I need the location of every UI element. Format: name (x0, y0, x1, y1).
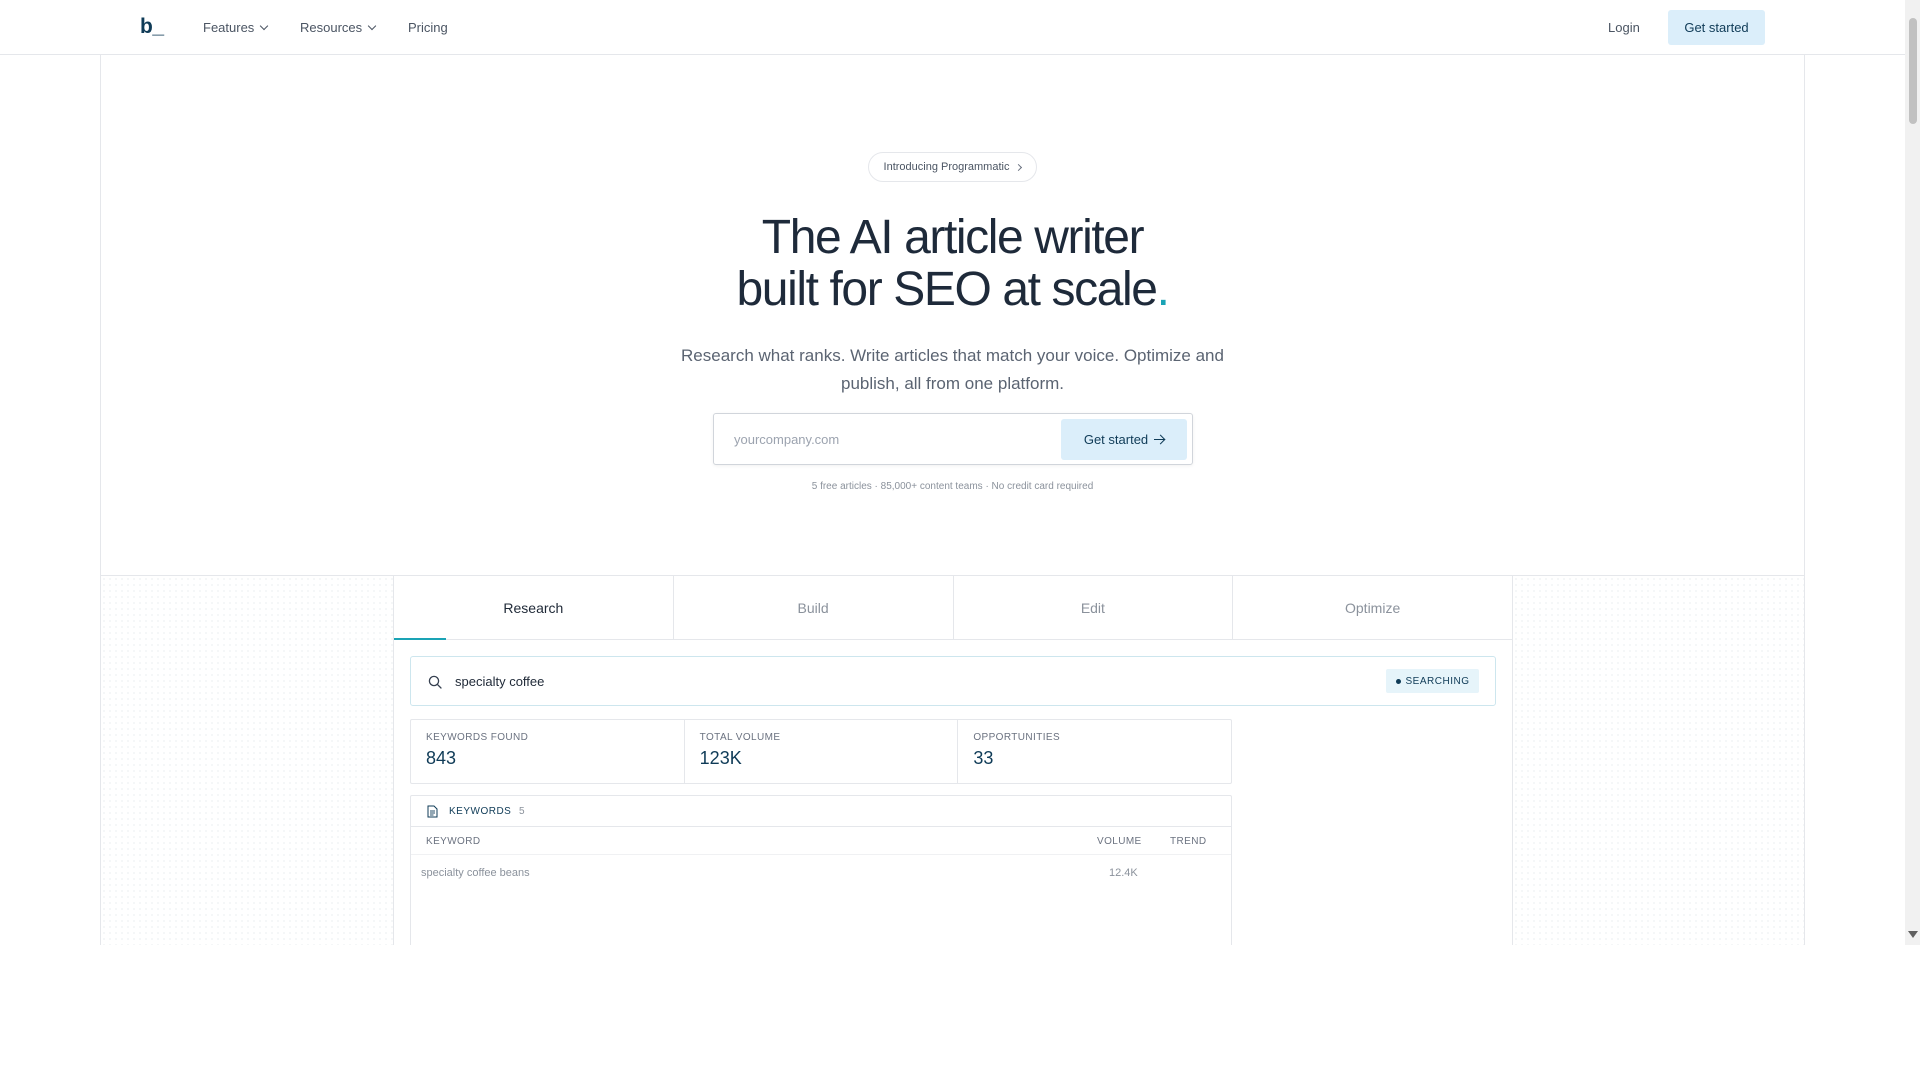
stat-label: KEYWORDS FOUND (426, 732, 529, 743)
signup-form: Get started (713, 413, 1193, 465)
signup-fineprint: 5 free articles · 85,000+ content teams … (811, 481, 1094, 492)
tab-research-label: Research (503, 599, 564, 616)
hero-title-line2: built for SEO at scale (736, 263, 1157, 316)
stat-value: 843 (426, 748, 457, 768)
keywords-panel-header: KEYWORDS 5 (411, 796, 1231, 827)
hero-title-accent-dot: . (1156, 263, 1170, 316)
header-get-started-button[interactable]: Get started (1668, 10, 1765, 45)
frame-border-right (1804, 55, 1805, 945)
chevron-down-icon (367, 21, 377, 31)
blank-area-below-viewport (0, 945, 1920, 1080)
stats-panel: KEYWORDS FOUND 843 TOTAL VOLUME 123K OPP… (410, 719, 1232, 784)
keywords-panel: KEYWORDS 5 KEYWORD VOLUME TREND specialt… (410, 795, 1232, 945)
tab-edit[interactable]: Edit (954, 576, 1234, 639)
active-tab-indicator (394, 638, 446, 640)
nav-features-label: Features (203, 20, 255, 35)
hero-subtitle: Research what ranks. Write articles that… (681, 346, 1224, 393)
hero-get-started-label: Get started (1083, 432, 1149, 447)
scrollbar-thumb[interactable] (1909, 18, 1917, 124)
document-icon (427, 805, 438, 818)
dotted-background-right (1513, 576, 1804, 945)
arrow-right-icon (1154, 435, 1165, 445)
search-icon (428, 675, 442, 689)
page-viewport: b_ Features Resources Pricing Login Get … (0, 0, 1905, 945)
product-demo-panel: Research Build Edit Optimize specialty c… (393, 576, 1513, 945)
keywords-table-header: KEYWORD VOLUME TREND (411, 827, 1231, 855)
company-domain-input[interactable] (734, 426, 1034, 452)
keyword-cell: specialty coffee beans (421, 867, 530, 879)
hero-title: The AI article writer built for SEO at s… (560, 212, 1345, 316)
hero-get-started-button[interactable]: Get started (1061, 419, 1187, 460)
stat-label: OPPORTUNITIES (973, 732, 1061, 743)
stat-opportunities: OPPORTUNITIES 33 (958, 720, 1231, 783)
demo-tab-bar: Research Build Edit Optimize (394, 576, 1512, 640)
chevron-right-icon (1015, 163, 1023, 171)
hero-title-line1: The AI article writer (761, 211, 1145, 264)
stat-value: 33 (973, 748, 994, 768)
status-badge-label: SEARCHING (1405, 675, 1470, 687)
volume-cell: 12.4K (1109, 867, 1138, 879)
nav-features-dropdown[interactable]: Features (203, 20, 269, 35)
search-query-text: specialty coffee (455, 674, 545, 689)
keywords-count: 5 (519, 806, 525, 817)
column-header-trend: TREND (1170, 836, 1207, 847)
scroll-down-arrow-icon[interactable] (1908, 931, 1918, 938)
chevron-down-icon (260, 21, 269, 31)
tab-optimize-label: Optimize (1345, 599, 1401, 616)
login-link[interactable]: Login (1608, 20, 1640, 35)
tab-research[interactable]: Research (394, 576, 674, 640)
table-row[interactable]: specialty coffee beans 12.4K (411, 855, 1231, 889)
announcement-pill[interactable]: Introducing Programmatic (868, 152, 1037, 182)
column-header-volume: VOLUME (1097, 836, 1142, 847)
stat-total-volume: TOTAL VOLUME 123K (685, 720, 959, 783)
keywords-panel-title: KEYWORDS (449, 806, 512, 817)
tab-optimize[interactable]: Optimize (1233, 576, 1512, 639)
stat-value: 123K (699, 748, 742, 768)
stat-keywords-found: KEYWORDS FOUND 843 (411, 720, 685, 783)
nav-pricing-label: Pricing (408, 20, 448, 35)
announcement-label: Introducing Programmatic (883, 161, 1010, 173)
dotted-background-left (101, 576, 393, 945)
nav-pricing-link[interactable]: Pricing (408, 20, 448, 35)
column-header-keyword: KEYWORD (426, 836, 481, 847)
nav-resources-label: Resources (300, 20, 363, 35)
brand-logo[interactable]: b_ (140, 15, 164, 39)
nav-resources-dropdown[interactable]: Resources (300, 20, 377, 35)
tab-edit-label: Edit (1080, 599, 1105, 616)
status-badge: SEARCHING (1386, 669, 1479, 693)
top-navigation-bar: b_ Features Resources Pricing Login Get … (0, 0, 1905, 55)
stat-label: TOTAL VOLUME (699, 732, 781, 743)
status-dot-icon (1395, 678, 1401, 684)
page-scrollbar[interactable] (1905, 0, 1920, 945)
keyword-search-bar[interactable]: specialty coffee SEARCHING (410, 656, 1496, 706)
tab-build-label: Build (797, 599, 829, 616)
tab-build[interactable]: Build (674, 576, 954, 639)
